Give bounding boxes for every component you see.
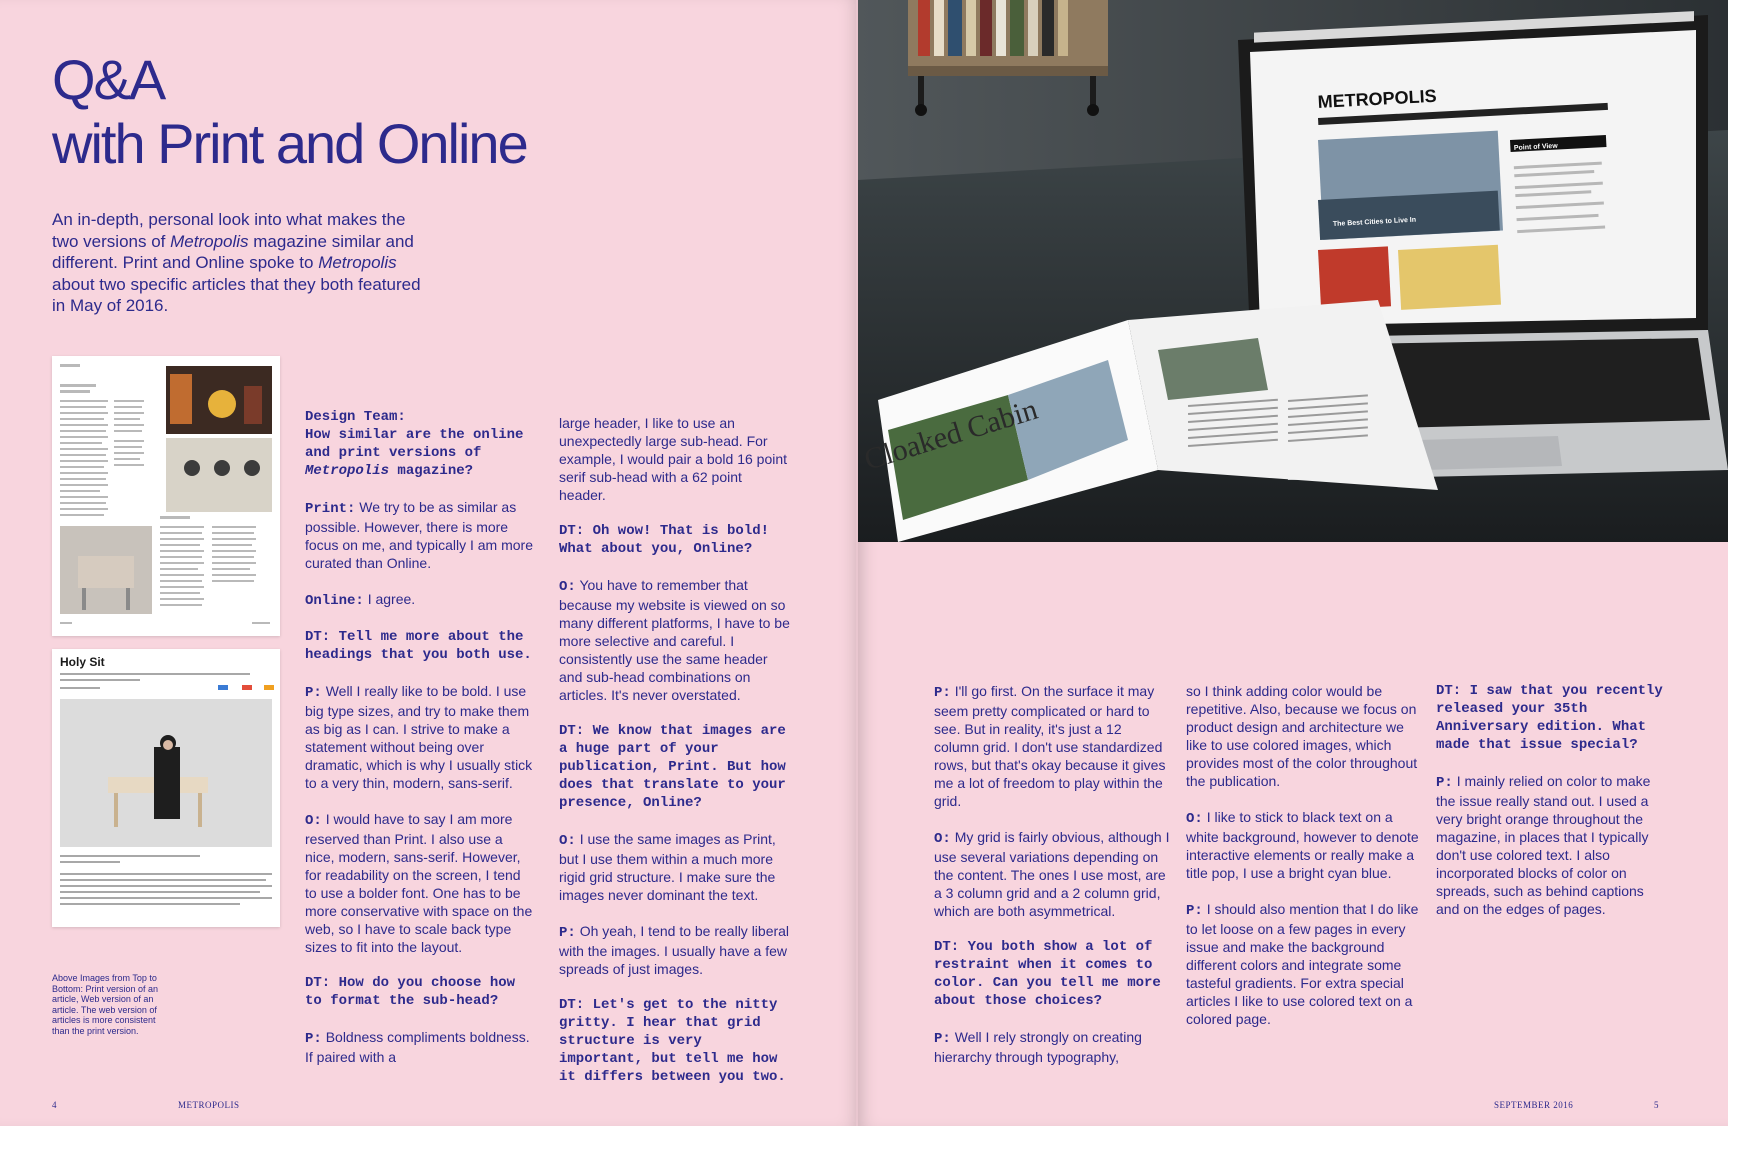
question: DT: You both show a lot of restraint whe…	[934, 939, 1161, 1009]
question-text: magazine?	[389, 463, 474, 479]
answer-continued: so I think adding color would be repetit…	[1186, 683, 1418, 789]
footer-magazine-name: METROPOLIS	[178, 1100, 240, 1110]
hero-photo: METROPOLIS The Best Cities to Live In Po…	[858, 0, 1728, 542]
answer: Print: We try to be as similar as possib…	[305, 498, 535, 572]
answer-continued: large header, I like to use an unexpecte…	[559, 415, 788, 503]
answer: O: I use the same images as Print, but I…	[559, 830, 791, 904]
speaker-label: P:	[305, 685, 322, 701]
answer: Online: I agree.	[305, 590, 535, 610]
answer-text: I should also mention that I do like to …	[1186, 901, 1419, 1027]
qa-column-2: large header, I like to use an unexpecte…	[559, 414, 791, 1104]
question-text: How similar are the online and print ver…	[305, 427, 524, 461]
speaker-label: P:	[934, 685, 951, 701]
answer-text: Oh yeah, I tend to be really liberal wit…	[559, 923, 790, 977]
answer: O: You have to remember that because my …	[559, 576, 791, 704]
speaker-label: Print:	[305, 501, 356, 517]
answer-text: You have to remember that because my web…	[559, 577, 790, 703]
page-number-left: 4	[52, 1100, 57, 1110]
footer-date: SEPTEMBER 2016	[1494, 1100, 1574, 1110]
magazine-spread: Q&A with Print and Online An in-depth, p…	[0, 0, 1750, 1158]
speaker-label: P:	[1186, 903, 1203, 919]
qa-column-5: DT: I saw that you recently released you…	[1436, 682, 1670, 936]
answer: P: I should also mention that I do like …	[1186, 900, 1422, 1028]
answer: P: Well I rely strongly on creating hier…	[934, 1028, 1170, 1066]
speaker-label: O:	[559, 579, 576, 595]
question-speaker: Design Team:	[305, 409, 406, 425]
qa-column-1: Design Team: How similar are the online a…	[305, 408, 535, 1084]
qa-column-4: so I think adding color would be repetit…	[1186, 682, 1422, 1046]
answer: P: Boldness compliments boldness. If pai…	[305, 1028, 535, 1066]
print-version-thumbnail	[52, 356, 280, 636]
answer: P: Oh yeah, I tend to be really liberal …	[559, 922, 791, 978]
question: DT: I saw that you recently released you…	[1436, 683, 1663, 753]
speaker-label: P:	[559, 925, 576, 941]
answer-text: Boldness compliments boldness. If paired…	[305, 1029, 530, 1065]
speaker-label: O:	[934, 831, 951, 847]
question: DT: Tell me more about the headings that…	[305, 629, 532, 663]
question-italic: Metropolis	[305, 463, 390, 479]
intro-paragraph: An in-depth, personal look into what mak…	[52, 209, 432, 317]
image-caption: Above Images from Top to Bottom: Print v…	[52, 973, 159, 1036]
speaker-label: O:	[305, 813, 322, 829]
answer-text: I use the same images as Print, but I us…	[559, 831, 776, 903]
left-page: Q&A with Print and Online An in-depth, p…	[0, 0, 856, 1126]
title-line-1: Q&A	[52, 48, 166, 111]
intro-text: about two specific articles that they bo…	[52, 274, 421, 316]
page-title: Q&A with Print and Online	[52, 48, 529, 176]
intro-italic: Metropolis	[318, 253, 397, 272]
web-version-thumbnail: Holy Sit	[52, 649, 280, 927]
speaker-label: P:	[934, 1031, 951, 1047]
answer: P: I'll go first. On the surface it may …	[934, 682, 1170, 810]
answer-text: I mainly relied on color to make the iss…	[1436, 773, 1651, 917]
speaker-label: P:	[305, 1031, 322, 1047]
answer-text: I'll go first. On the surface it may see…	[934, 683, 1166, 809]
speaker-label: O:	[1186, 811, 1203, 827]
answer-text: Well I really like to be bold. I use big…	[305, 683, 533, 791]
page-number-right: 5	[1654, 1100, 1659, 1110]
print-article-icon	[52, 356, 280, 636]
speaker-label: P:	[1436, 775, 1453, 791]
question: DT: Let's get to the nitty gritty. I hea…	[559, 997, 786, 1085]
answer-text: Well I rely strongly on creating hierarc…	[934, 1029, 1142, 1065]
intro-italic: Metropolis	[170, 231, 249, 251]
answer: O: I like to stick to black text on a wh…	[1186, 808, 1422, 882]
title-line-2: with Print and Online	[52, 112, 529, 175]
answer: P: I mainly relied on color to make the …	[1436, 772, 1670, 918]
qa-column-3: P: I'll go first. On the surface it may …	[934, 682, 1170, 1084]
laptop-image: METROPOLIS The Best Cities to Live In Po…	[858, 0, 1728, 542]
question: DT: Oh wow! That is bold! What about you…	[559, 523, 770, 557]
answer: O: I would have to say I am more reserve…	[305, 810, 535, 956]
question: Design Team: How similar are the online a…	[305, 408, 535, 480]
speaker-label: O:	[559, 833, 576, 849]
answer-text: My grid is fairly obvious, although I us…	[934, 829, 1170, 919]
question: DT: We know that images are a huge part …	[559, 723, 786, 811]
question: DT: How do you choose how to format the …	[305, 975, 516, 1009]
answer-text: I would have to say I am more reserved t…	[305, 811, 533, 955]
answer: O: My grid is fairly obvious, although I…	[934, 828, 1170, 920]
answer: P: Well I really like to be bold. I use …	[305, 682, 535, 792]
answer-text: I like to stick to black text on a white…	[1186, 809, 1419, 881]
web-article-icon	[60, 673, 274, 905]
answer-text: I agree.	[363, 591, 416, 607]
speaker-label: Online:	[305, 593, 364, 609]
